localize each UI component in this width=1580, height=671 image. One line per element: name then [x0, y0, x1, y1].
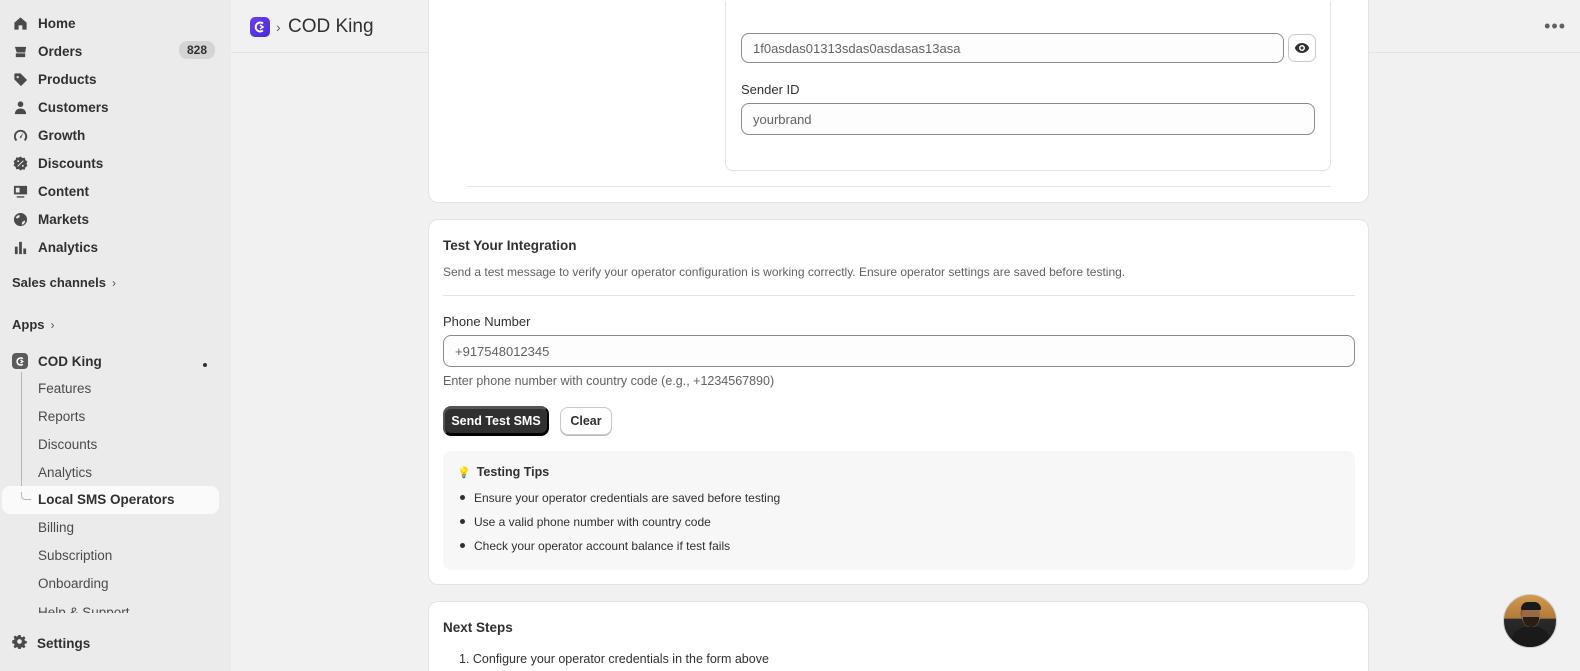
send-test-sms-button[interactable]: Send Test SMS — [443, 406, 549, 436]
chevron-right-icon: › — [111, 275, 116, 290]
nav-home-label: Home — [38, 15, 76, 31]
nav-products-label: Products — [38, 71, 97, 87]
nav-customers[interactable]: Customers — [12, 95, 219, 119]
phone-number-label: Phone Number — [443, 314, 531, 329]
app-item-help-support[interactable]: Help & Support — [38, 603, 130, 613]
app-item-billing[interactable]: Billing — [38, 520, 74, 535]
nav-markets[interactable]: Markets — [12, 207, 219, 231]
list-item: Ensure your operator credentials are sav… — [460, 490, 780, 514]
sales-channels-label: Sales channels — [12, 275, 106, 290]
sender-id-input[interactable]: yourbrand — [741, 103, 1315, 135]
pin-dot-icon — [203, 363, 207, 367]
testing-tips-heading: 💡 Testing Tips — [457, 465, 549, 479]
apps-label: Apps — [12, 317, 45, 332]
cod-king-logo-icon — [12, 353, 28, 369]
api-key-field[interactable]: 1f0asdas01313sdas0asdasas13asa — [741, 33, 1284, 63]
card-divider — [467, 186, 1331, 187]
nav-growth[interactable]: Growth — [12, 123, 219, 147]
lightbulb-icon: 💡 — [457, 466, 471, 479]
nav-orders[interactable]: Orders 828 — [12, 39, 219, 63]
list-item: 1. Configure your operator credentials i… — [459, 652, 769, 666]
nav-analytics-label: Analytics — [38, 239, 99, 255]
cod-king-app-icon[interactable] — [250, 17, 270, 37]
avatar-hair — [1521, 602, 1541, 610]
support-chat-avatar[interactable] — [1503, 594, 1557, 648]
next-steps-title: Next Steps — [443, 620, 513, 635]
sales-channels-link[interactable]: Sales channels › — [12, 275, 116, 290]
app-item-features[interactable]: Features — [38, 381, 91, 396]
nav-markets-label: Markets — [38, 211, 90, 227]
gauge-icon — [12, 127, 28, 143]
nav-growth-label: Growth — [38, 127, 86, 143]
nav-content-label: Content — [38, 183, 89, 199]
settings-label: Settings — [37, 635, 91, 651]
app-item-analytics[interactable]: Analytics — [38, 465, 92, 480]
testing-tips-title: Testing Tips — [476, 465, 550, 479]
nav-discounts[interactable]: Discounts — [12, 151, 219, 175]
nav-customers-label: Customers — [38, 99, 109, 115]
gear-icon — [12, 634, 27, 652]
app-name-label: COD King — [38, 353, 102, 369]
home-icon — [12, 15, 28, 31]
operator-form-panel: 1f0asdas01313sdas0asdasas13asa Sender ID… — [725, 1, 1331, 171]
list-item: Check your operator account balance if t… — [460, 538, 780, 562]
globe-icon — [12, 211, 28, 227]
tree-line — [21, 372, 22, 500]
tree-elbow — [21, 492, 31, 500]
sender-id-label: Sender ID — [741, 82, 800, 97]
more-actions-icon[interactable]: ••• — [1544, 16, 1566, 37]
breadcrumb-separator: › — [276, 19, 281, 35]
show-secret-button[interactable] — [1288, 34, 1316, 62]
avatar-body — [1512, 627, 1550, 647]
testing-tips-box: 💡 Testing Tips Ensure your operator cred… — [443, 451, 1355, 570]
nav-home[interactable]: Home — [12, 11, 219, 35]
test-card-description: Send a test message to verify your opera… — [443, 265, 1126, 279]
person-icon — [12, 99, 28, 115]
app-item-reports[interactable]: Reports — [38, 409, 85, 424]
operator-settings-card: 1f0asdas01313sdas0asdasas13asa Sender ID… — [428, 0, 1369, 203]
orders-icon — [12, 43, 28, 59]
nav-products[interactable]: Products — [12, 67, 219, 91]
nav-discounts-label: Discounts — [38, 155, 104, 171]
clear-button[interactable]: Clear — [560, 407, 612, 435]
app-item-discounts[interactable]: Discounts — [38, 437, 97, 452]
next-steps-card: Next Steps 1. Configure your operator cr… — [428, 601, 1369, 671]
test-integration-card: Test Your Integration Send a test messag… — [428, 219, 1369, 585]
app-item-local-sms-operators[interactable]: Local SMS Operators — [38, 492, 175, 507]
nav-content[interactable]: Content — [12, 179, 219, 203]
page-title: COD King — [288, 16, 374, 37]
eye-icon — [1294, 43, 1310, 53]
apps-link[interactable]: Apps › — [12, 317, 55, 332]
chevron-right-icon: › — [50, 317, 55, 332]
sidebar: Home Orders 828 Products Customers Growt… — [0, 0, 231, 671]
nav-orders-label: Orders — [38, 43, 83, 59]
app-cod-king[interactable]: COD King — [12, 353, 219, 369]
card-divider — [443, 295, 1355, 296]
tag-icon — [12, 71, 28, 87]
tips-list: Ensure your operator credentials are sav… — [460, 490, 780, 562]
discount-icon — [12, 155, 28, 171]
phone-help-text: Enter phone number with country code (e.… — [443, 374, 775, 388]
nav-settings[interactable]: Settings — [12, 634, 90, 652]
app-item-subscription[interactable]: Subscription — [38, 548, 112, 563]
avatar-beard — [1523, 617, 1539, 627]
content-icon — [12, 183, 28, 199]
orders-count-badge: 828 — [178, 41, 215, 59]
nav-analytics[interactable]: Analytics — [12, 235, 219, 259]
bar-chart-icon — [12, 239, 28, 255]
phone-number-input[interactable]: +917548012345 — [443, 335, 1355, 367]
app-item-onboarding[interactable]: Onboarding — [38, 576, 109, 591]
test-card-title: Test Your Integration — [443, 238, 577, 253]
list-item: Use a valid phone number with country co… — [460, 514, 780, 538]
